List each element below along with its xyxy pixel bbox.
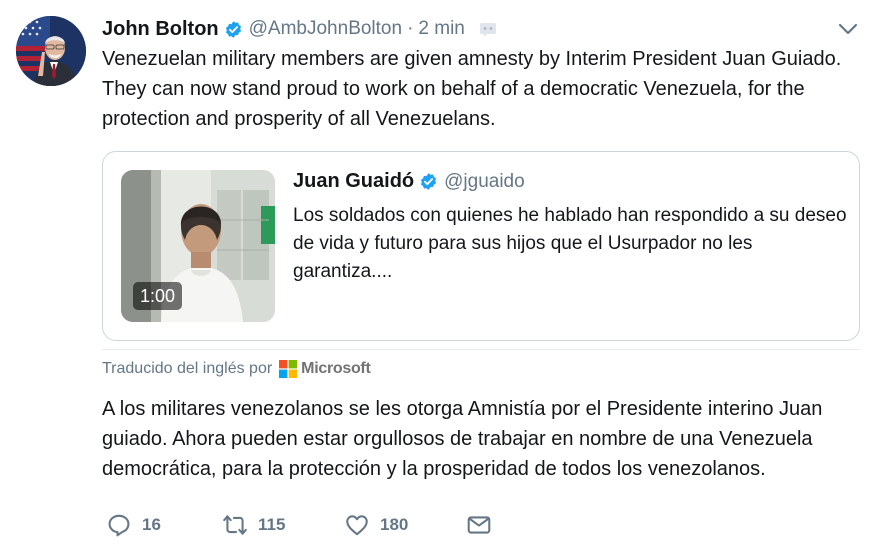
tweet-header: John Bolton @AmbJohnBolton · 2 min [102,13,497,45]
direct-message-button[interactable] [466,508,502,542]
avatar-image [16,16,86,86]
like-count: 180 [380,515,409,534]
tweet-timestamp[interactable]: 2 min [418,18,464,40]
quoted-author-name[interactable]: Juan Guaidó [293,170,414,193]
envelope-icon [467,516,491,534]
quoted-tweet[interactable]: 1:00 Juan Guaidó @jguaido Los soldados c… [102,151,860,341]
microsoft-logo-icon [279,360,298,378]
retweet-icon [223,515,247,535]
retweet-button[interactable]: 115 [222,508,285,542]
quoted-author-handle[interactable]: @jguaido [444,171,525,193]
quoted-tweet-text: Los soldados con quienes he hablado han … [293,205,847,282]
quoted-tweet-header: Juan Guaidó @jguaido [293,170,525,193]
video-duration: 1:00 [133,282,183,310]
translation-provider[interactable]: Microsoft [301,360,371,378]
translation-label: Traducido del inglés por [102,360,273,377]
translation-attribution: Traducido del inglés por Microsoft [102,360,371,378]
tweet-meta-separator: · [407,18,414,39]
heart-icon [346,515,368,536]
verified-badge-icon [225,20,241,38]
author-avatar[interactable] [16,16,86,86]
verified-badge-icon [421,173,437,190]
like-button[interactable]: 180 [344,508,408,542]
tweet-text: Venezuelan military members are given am… [102,48,842,130]
tweet-actions: 16 115 180 [102,508,522,542]
reply-count: 16 [142,515,161,534]
quoted-video-thumbnail[interactable]: 1:00 [121,170,275,322]
reply-button[interactable]: 16 [106,508,161,542]
translation-icon [479,23,496,37]
translation-divider [102,349,860,350]
retweet-count: 115 [258,515,286,534]
reply-icon [108,514,130,537]
author-handle[interactable]: @AmbJohnBolton [249,18,402,40]
translated-tweet-text: A los militares venezolanos se les otorg… [102,398,823,480]
author-name[interactable]: John Bolton [102,18,219,41]
chevron-down-icon[interactable] [836,20,860,38]
